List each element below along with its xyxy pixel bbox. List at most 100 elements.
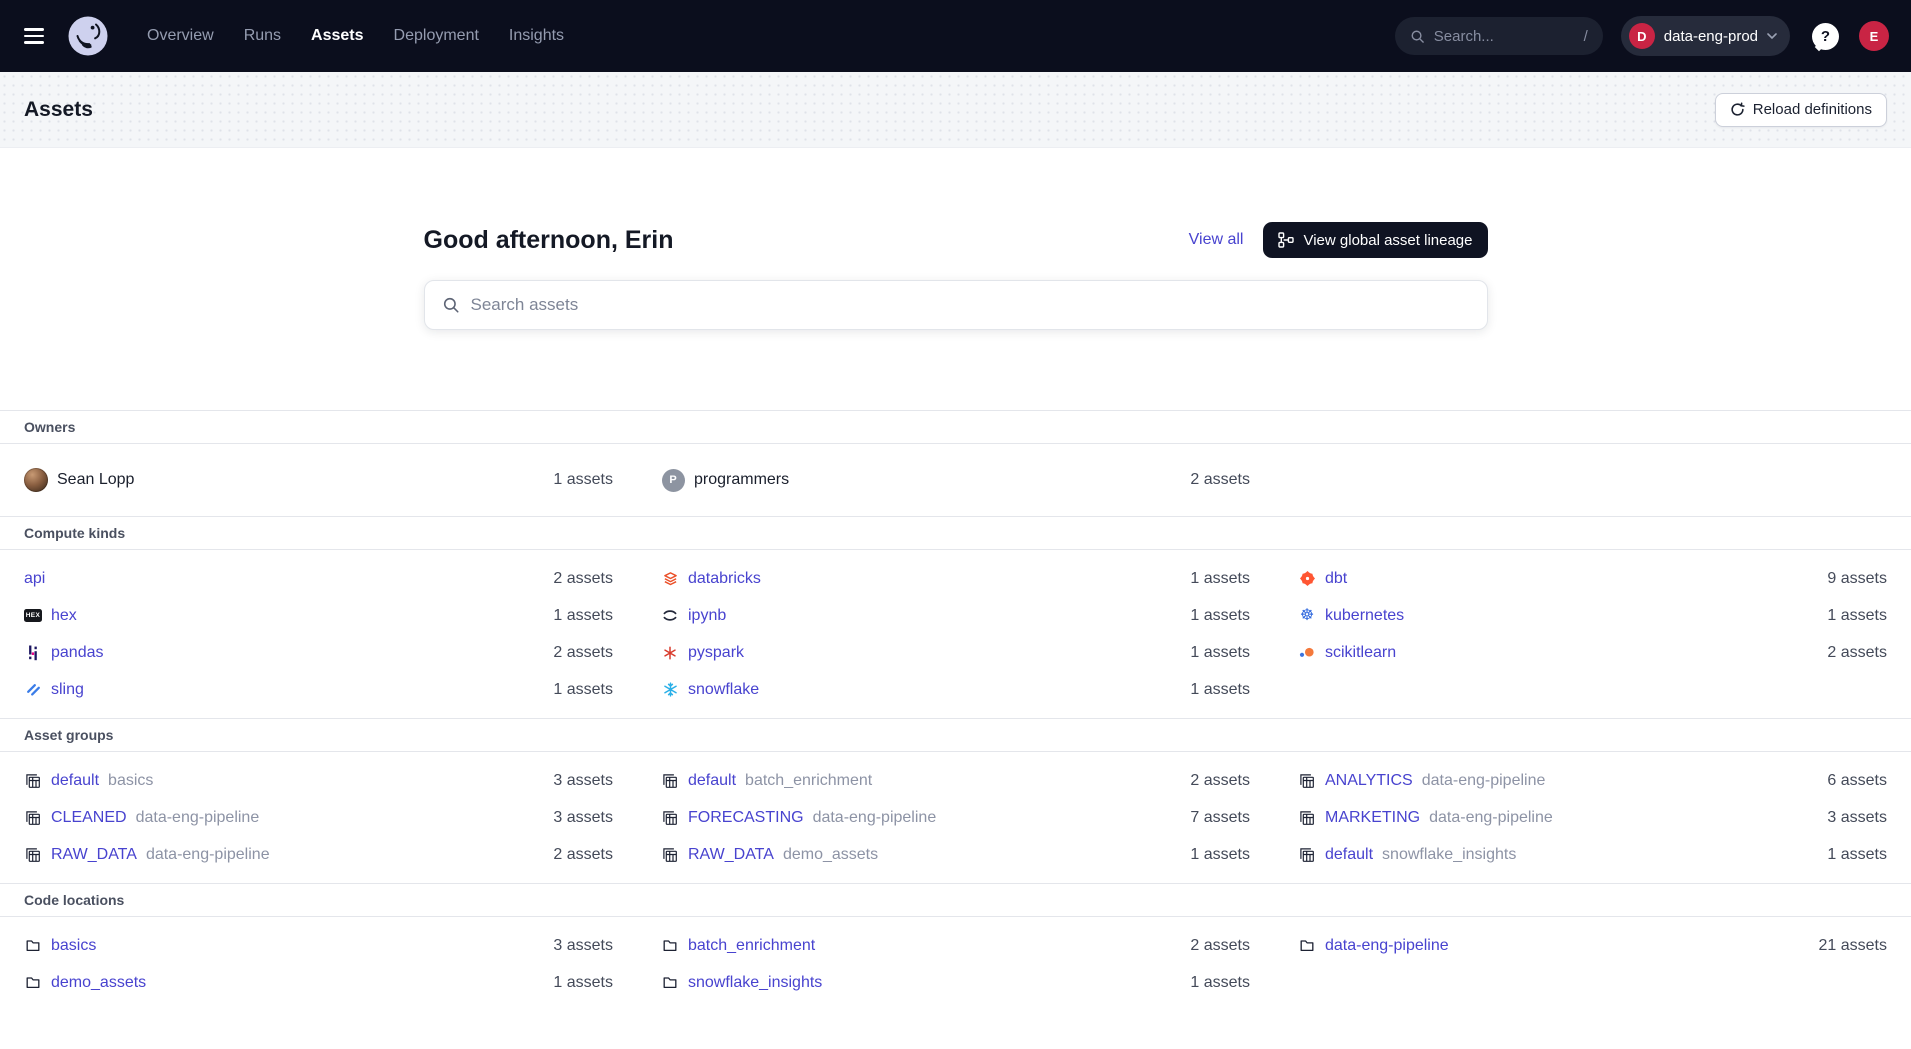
compute-kind-link[interactable]: dbt — [1325, 570, 1347, 588]
asset-group-location: data-eng-pipeline — [136, 809, 260, 827]
asset-search-input[interactable] — [471, 295, 1470, 315]
code-location-row: basics3 assets — [24, 927, 613, 964]
nav-item-runs[interactable]: Runs — [231, 19, 294, 53]
kubernetes-icon: ☸ — [1298, 608, 1316, 624]
asset-group-row: RAW_DATA data-eng-pipeline 2 assets — [24, 836, 613, 873]
section-header-compute-kinds: Compute kinds — [0, 516, 1911, 550]
chevron-down-icon — [1767, 33, 1777, 40]
asset-count: 1 assets — [1190, 570, 1250, 588]
asset-group-row: MARKETING data-eng-pipeline3 assets — [1298, 799, 1887, 836]
asset-group-link[interactable]: FORECASTING — [688, 809, 804, 827]
folder-icon — [661, 938, 679, 953]
compute-kind-row: ipynb1 assets — [661, 597, 1250, 634]
compute-kind-link[interactable]: kubernetes — [1325, 607, 1404, 625]
asset-group-row: default snowflake_insights 1 assets — [1298, 836, 1887, 873]
asset-count: 1 assets — [1190, 644, 1250, 662]
asset-group-icon — [24, 847, 42, 863]
dagster-logo[interactable] — [68, 16, 108, 56]
compute-kind-link[interactable]: snowflake — [688, 681, 759, 699]
owner-row: Pprogrammers2 assets — [661, 454, 1250, 506]
asset-group-link[interactable]: default — [51, 772, 99, 790]
team-letter-avatar: P — [661, 469, 685, 492]
code-location-link[interactable]: data-eng-pipeline — [1325, 937, 1449, 955]
asset-count: 2 assets — [1190, 772, 1250, 790]
asset-count: 1 assets — [1827, 607, 1887, 625]
compute-kind-link[interactable]: sling — [51, 681, 84, 699]
asset-count: 1 assets — [553, 471, 613, 489]
reload-definitions-label: Reload definitions — [1753, 101, 1872, 118]
code-location-row: snowflake_insights 1 assets — [661, 964, 1250, 1001]
compute-kind-link[interactable]: api — [24, 570, 45, 588]
compute-kinds-grid: api2 assets databricks1 assets dbt9 asse… — [0, 550, 1911, 718]
asset-group-link[interactable]: CLEANED — [51, 809, 127, 827]
asset-group-link[interactable]: MARKETING — [1325, 809, 1420, 827]
global-search-input[interactable] — [1434, 28, 1575, 45]
compute-kind-link[interactable]: databricks — [688, 570, 761, 588]
lineage-icon — [1278, 232, 1294, 248]
code-location-link[interactable]: snowflake_insights — [688, 974, 822, 992]
asset-group-icon — [1298, 773, 1316, 789]
reload-definitions-button[interactable]: Reload definitions — [1715, 93, 1887, 127]
compute-kind-row: api 2 assets — [24, 560, 613, 597]
asset-count: 2 assets — [553, 570, 613, 588]
asset-count: 1 assets — [1190, 681, 1250, 699]
compute-kind-link[interactable]: ipynb — [688, 607, 726, 625]
code-location-link[interactable]: basics — [51, 937, 96, 955]
code-location-row: demo_assets1 assets — [24, 964, 613, 1001]
asset-count: 2 assets — [1190, 471, 1250, 489]
asset-group-location: snowflake_insights — [1382, 846, 1516, 864]
code-location-row: data-eng-pipeline 21 assets — [1298, 927, 1887, 964]
folder-icon — [1298, 938, 1316, 953]
asset-group-link[interactable]: ANALYTICS — [1325, 772, 1413, 790]
asset-group-row: CLEANED data-eng-pipeline3 assets — [24, 799, 613, 836]
asset-count: 2 assets — [553, 644, 613, 662]
compute-kind-row: pandas 2 assets — [24, 634, 613, 671]
view-global-asset-lineage-button[interactable]: View global asset lineage — [1263, 222, 1487, 258]
dbt-icon — [1298, 571, 1316, 586]
asset-group-link[interactable]: RAW_DATA — [688, 846, 774, 864]
view-all-link[interactable]: View all — [1189, 231, 1244, 249]
asset-group-link[interactable]: default — [688, 772, 736, 790]
asset-group-location: data-eng-pipeline — [1429, 809, 1553, 827]
help-icon[interactable]: ? — [1812, 23, 1839, 50]
folder-icon — [24, 938, 42, 953]
global-search[interactable]: / — [1395, 17, 1603, 55]
asset-group-icon — [661, 810, 679, 826]
compute-kind-row: ☸ kubernetes 1 assets — [1298, 597, 1887, 634]
asset-count: 2 assets — [553, 846, 613, 864]
compute-kind-link[interactable]: hex — [51, 607, 77, 625]
nav-item-insights[interactable]: Insights — [496, 19, 577, 53]
databricks-icon — [661, 571, 679, 586]
asset-group-row: default basics3 assets — [24, 762, 613, 799]
nav-item-deployment[interactable]: Deployment — [381, 19, 492, 53]
user-avatar[interactable]: E — [1859, 21, 1889, 51]
nav-item-overview[interactable]: Overview — [134, 19, 227, 53]
reload-icon — [1730, 102, 1745, 117]
menu-icon[interactable] — [16, 18, 52, 54]
asset-count: 1 assets — [1827, 846, 1887, 864]
asset-group-location: data-eng-pipeline — [146, 846, 270, 864]
deployment-switcher[interactable]: D data-eng-prod — [1621, 16, 1790, 56]
top-navigation-bar: OverviewRunsAssetsDeploymentInsights / D… — [0, 0, 1911, 72]
compute-kind-link[interactable]: pyspark — [688, 644, 744, 662]
code-location-link[interactable]: demo_assets — [51, 974, 146, 992]
asset-group-link[interactable]: default — [1325, 846, 1373, 864]
asset-search-box[interactable] — [424, 280, 1488, 330]
asset-count: 1 assets — [1190, 974, 1250, 992]
compute-kind-row: databricks 1 assets — [661, 560, 1250, 597]
section-owners: Owners Sean Lopp1 assets Pprogrammers2 a… — [0, 410, 1911, 516]
asset-group-icon — [24, 810, 42, 826]
compute-kind-link[interactable]: scikitlearn — [1325, 644, 1396, 662]
scikitlearn-icon — [1298, 646, 1316, 659]
asset-group-link[interactable]: RAW_DATA — [51, 846, 137, 864]
asset-group-location: basics — [108, 772, 153, 790]
nav-item-assets[interactable]: Assets — [298, 19, 376, 53]
owner-row: Sean Lopp1 assets — [24, 454, 613, 506]
asset-group-location: data-eng-pipeline — [813, 809, 937, 827]
compute-kind-link[interactable]: pandas — [51, 644, 104, 662]
code-location-link[interactable]: batch_enrichment — [688, 937, 815, 955]
asset-count: 21 assets — [1819, 937, 1887, 955]
asset-count: 1 assets — [553, 681, 613, 699]
asset-group-location: batch_enrichment — [745, 772, 872, 790]
asset-group-location: data-eng-pipeline — [1422, 772, 1546, 790]
